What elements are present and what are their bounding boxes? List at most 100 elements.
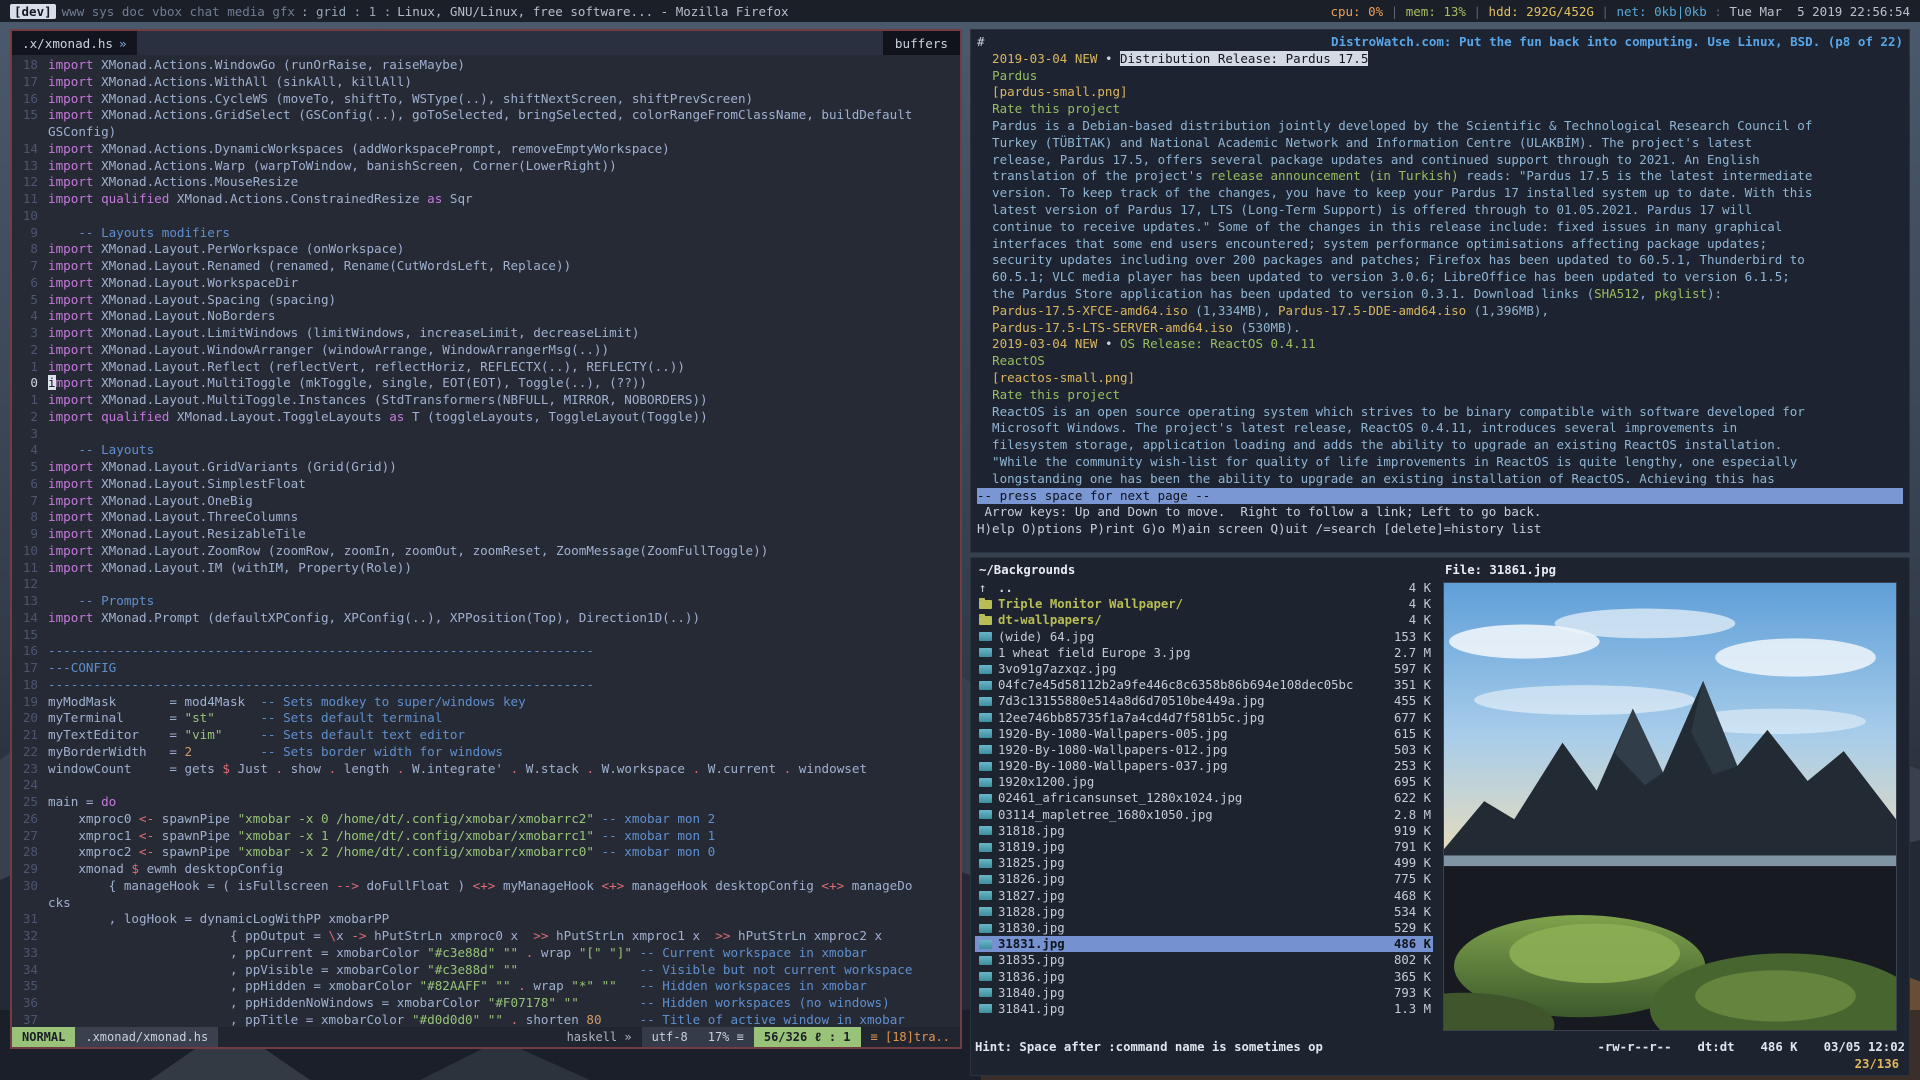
workspace-current[interactable]: [dev] <box>10 4 56 19</box>
file-row[interactable]: 3vo91g7azxqz.jpg597 K <box>975 661 1433 677</box>
vim-line[interactable]: 5import XMonad.Layout.GridVariants (Grid… <box>12 459 960 476</box>
vim-line[interactable]: 4import XMonad.Layout.NoBorders <box>12 308 960 325</box>
link[interactable]: pkglist <box>1654 286 1707 301</box>
vim-tab-active[interactable]: .x/xmonad.hs » <box>12 31 137 55</box>
vim-line[interactable]: 19myModMask = mod4Mask -- Sets modkey to… <box>12 694 960 711</box>
vim-line[interactable]: 33 , ppCurrent = xmobarColor "#c3e88d" "… <box>12 945 960 962</box>
vim-line[interactable]: 4 -- Layouts <box>12 442 960 459</box>
file-row[interactable]: ↑..4 K <box>975 580 1433 596</box>
vim-buffer[interactable]: 18import XMonad.Actions.WindowGo (runOrR… <box>12 55 960 1027</box>
file-row[interactable]: 31841.jpg1.3 M <box>975 1001 1433 1017</box>
file-row[interactable]: 31819.jpg791 K <box>975 839 1433 855</box>
vim-line[interactable]: 11import qualified XMonad.Actions.Constr… <box>12 191 960 208</box>
file-row[interactable]: 31825.jpg499 K <box>975 855 1433 871</box>
vim-line[interactable]: 28 xmproc2 <- spawnPipe "xmobar -x 2 /ho… <box>12 844 960 861</box>
vim-line[interactable]: 18import XMonad.Actions.WindowGo (runOrR… <box>12 57 960 74</box>
vim-line[interactable]: 16import XMonad.Actions.CycleWS (moveTo,… <box>12 91 960 108</box>
vim-line[interactable]: 15import XMonad.Actions.GridSelect (GSCo… <box>12 107 960 124</box>
vim-line[interactable]: 10import XMonad.Layout.ZoomRow (zoomRow,… <box>12 543 960 560</box>
link[interactable]: (in Turkish) <box>1368 168 1458 183</box>
file-row[interactable]: 12ee746bb85735f1a7a4cd4d7f581b5c.jpg677 … <box>975 710 1433 726</box>
vim-line[interactable]: 6import XMonad.Layout.SimplestFloat <box>12 476 960 493</box>
file-row[interactable]: 1920-By-1080-Wallpapers-012.jpg503 K <box>975 742 1433 758</box>
file-row[interactable]: 31818.jpg919 K <box>975 823 1433 839</box>
file-row[interactable]: 31835.jpg802 K <box>975 952 1433 968</box>
link[interactable]: Pardus <box>992 68 1037 83</box>
file-row[interactable]: 1920-By-1080-Wallpapers-005.jpg615 K <box>975 726 1433 742</box>
vim-line[interactable]: 26 xmproc0 <- spawnPipe "xmobar -x 0 /ho… <box>12 811 960 828</box>
vim-line[interactable]: 12import XMonad.Actions.MouseResize <box>12 174 960 191</box>
vim-line[interactable]: 9 -- Layouts modifiers <box>12 225 960 242</box>
file-row[interactable]: 31836.jpg365 K <box>975 969 1433 985</box>
vim-line[interactable]: 21myTextEditor = "vim" -- Sets default t… <box>12 727 960 744</box>
workspace-list[interactable]: www sys doc vbox chat media gfx <box>62 4 295 19</box>
file-row[interactable]: dt-wallpapers/4 K <box>975 612 1433 628</box>
vim-line[interactable]: 11import XMonad.Layout.IM (withIM, Prope… <box>12 560 960 577</box>
file-row[interactable]: 31826.jpg775 K <box>975 871 1433 887</box>
file-row[interactable]: Triple Monitor Wallpaper/4 K <box>975 596 1433 612</box>
vim-line[interactable]: 7import XMonad.Layout.Renamed (renamed, … <box>12 258 960 275</box>
vim-line[interactable]: 37 , ppTitle = xmobarColor "#d0d0d0" "" … <box>12 1012 960 1027</box>
vim-line[interactable]: 2import qualified XMonad.Layout.ToggleLa… <box>12 409 960 426</box>
buffers-label[interactable]: buffers <box>883 31 960 55</box>
vim-line[interactable]: 20myTerminal = "st" -- Sets default term… <box>12 710 960 727</box>
link[interactable]: ReactOS <box>992 353 1045 368</box>
vim-line[interactable]: 3import XMonad.Layout.LimitWindows (limi… <box>12 325 960 342</box>
vim-line[interactable]: 1import XMonad.Layout.MultiToggle.Instan… <box>12 392 960 409</box>
vim-line[interactable]: 7import XMonad.Layout.OneBig <box>12 493 960 510</box>
layout-indicator[interactable]: : grid : 1 : <box>301 4 391 19</box>
file-list[interactable]: ↑..4 KTriple Monitor Wallpaper/4 Kdt-wal… <box>975 580 1433 1039</box>
vim-line[interactable]: 17---CONFIG <box>12 660 960 677</box>
vim-line[interactable]: 5import XMonad.Layout.Spacing (spacing) <box>12 292 960 309</box>
vim-line[interactable]: 16--------------------------------------… <box>12 643 960 660</box>
vim-line[interactable]: 1import XMonad.Layout.Reflect (reflectVe… <box>12 359 960 376</box>
vim-line[interactable]: 14import XMonad.Prompt (defaultXPConfig,… <box>12 610 960 627</box>
file-row[interactable]: 02461_africansunset_1280x1024.jpg622 K <box>975 790 1433 806</box>
file-row[interactable]: 1920-By-1080-Wallpapers-037.jpg253 K <box>975 758 1433 774</box>
vim-line[interactable]: 22myBorderWidth = 2 -- Sets border width… <box>12 744 960 761</box>
vim-line[interactable]: 2import XMonad.Layout.WindowArranger (wi… <box>12 342 960 359</box>
file-row[interactable]: 31840.jpg793 K <box>975 985 1433 1001</box>
vim-line[interactable]: 35 , ppHidden = xmobarColor "#82AAFF" ""… <box>12 978 960 995</box>
link[interactable]: release announcement <box>1210 168 1361 183</box>
link[interactable]: Distribution Release: Pardus 17.5 <box>1120 51 1368 66</box>
vim-line[interactable]: 31 , logHook = dynamicLogWithPP xmobarPP <box>12 911 960 928</box>
vim-line[interactable]: 0import XMonad.Layout.MultiToggle (mkTog… <box>12 375 960 392</box>
vim-line[interactable]: 3 <box>12 426 960 443</box>
vim-line[interactable]: 30 { manageHook = ( isFullscreen --> doF… <box>12 878 960 895</box>
file-row[interactable]: 31830.jpg529 K <box>975 920 1433 936</box>
vim-line[interactable]: 27 xmproc1 <- spawnPipe "xmobar -x 1 /ho… <box>12 828 960 845</box>
vim-line[interactable]: 8import XMonad.Layout.PerWorkspace (onWo… <box>12 241 960 258</box>
vim-line[interactable]: 6import XMonad.Layout.WorkspaceDir <box>12 275 960 292</box>
file-row[interactable]: (wide) 64.jpg153 K <box>975 629 1433 645</box>
file-row[interactable]: 1 wheat field Europe 3.jpg2.7 M <box>975 645 1433 661</box>
link[interactable]: SHA512 <box>1594 286 1639 301</box>
file-row[interactable]: 31827.jpg468 K <box>975 888 1433 904</box>
file-row[interactable]: 31828.jpg534 K <box>975 904 1433 920</box>
vim-line[interactable]: 9import XMonad.Layout.ResizableTile <box>12 526 960 543</box>
file-row[interactable]: 1920x1200.jpg695 K <box>975 774 1433 790</box>
vim-line[interactable]: 15 <box>12 627 960 644</box>
vim-line[interactable]: cks <box>12 895 960 912</box>
link[interactable]: Rate this project <box>992 387 1120 402</box>
vim-line[interactable]: 13 -- Prompts <box>12 593 960 610</box>
vim-line[interactable]: 34 , ppVisible = xmobarColor "#c3e88d" "… <box>12 962 960 979</box>
vim-line[interactable]: 25main = do <box>12 794 960 811</box>
vim-line[interactable]: 23windowCount = gets $ Just . show . len… <box>12 761 960 778</box>
vim-line[interactable]: GSConfig) <box>12 124 960 141</box>
vim-line[interactable]: 32 { ppOutput = \x -> hPutStrLn xmproc0 … <box>12 928 960 945</box>
vim-line[interactable]: 10 <box>12 208 960 225</box>
vim-line[interactable]: 17import XMonad.Actions.WithAll (sinkAll… <box>12 74 960 91</box>
vim-line[interactable]: 8import XMonad.Layout.ThreeColumns <box>12 509 960 526</box>
file-row[interactable]: 04fc7e45d58112b2a9fe446c8c6358b86b694e10… <box>975 677 1433 693</box>
vim-line[interactable]: 24 <box>12 777 960 794</box>
vim-line[interactable]: 13import XMonad.Actions.Warp (warpToWind… <box>12 158 960 175</box>
vim-line[interactable]: 18--------------------------------------… <box>12 677 960 694</box>
vim-line[interactable]: 36 , ppHiddenNoWindows = xmobarColor "#F… <box>12 995 960 1012</box>
vim-line[interactable]: 14import XMonad.Actions.DynamicWorkspace… <box>12 141 960 158</box>
file-row[interactable]: 31831.jpg486 K <box>975 936 1433 952</box>
link[interactable]: Rate this project <box>992 101 1120 116</box>
file-row[interactable]: 03114_mapletree_1680x1050.jpg2.8 M <box>975 807 1433 823</box>
vim-line[interactable]: 29 xmonad $ ewmh desktopConfig <box>12 861 960 878</box>
vim-line[interactable]: 12 <box>12 576 960 593</box>
